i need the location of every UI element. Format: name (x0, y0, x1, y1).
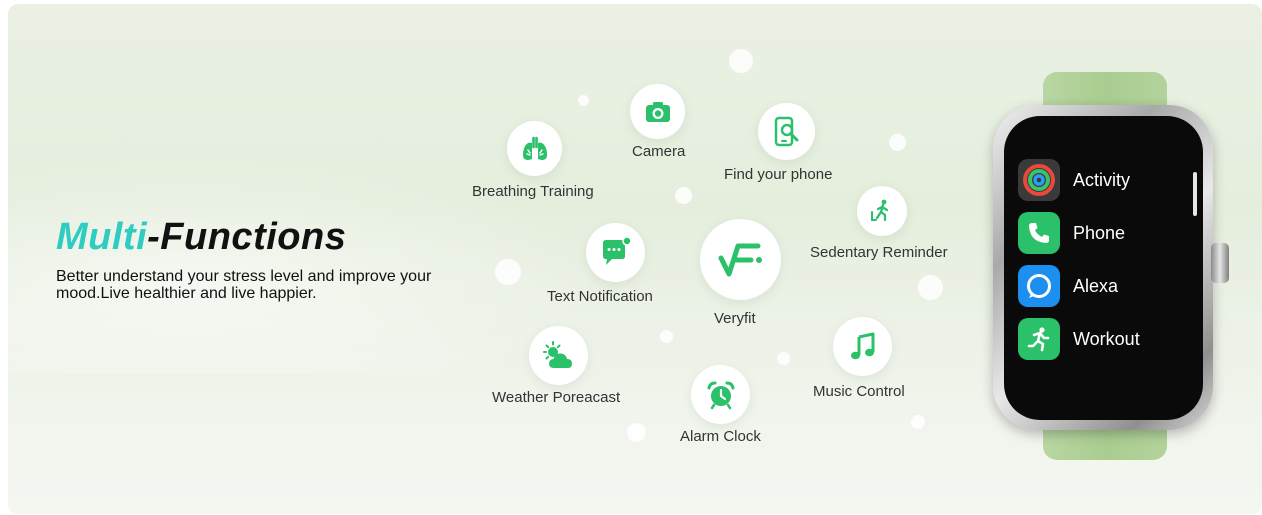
watch-crown[interactable] (1211, 243, 1229, 283)
watch-app-phone[interactable]: Phone (1018, 211, 1125, 255)
feature-label: Weather Poreacast (492, 389, 621, 406)
decorative-bubble (627, 423, 646, 442)
alexa-icon (1018, 265, 1060, 307)
description-text: Better understand your stress level and … (56, 268, 432, 302)
activity-rings-icon (1018, 159, 1060, 201)
decorative-bubble (660, 330, 673, 343)
phone-icon (1018, 212, 1060, 254)
watch-app-workout[interactable]: Workout (1018, 317, 1140, 361)
feature-label: Text Notification (547, 288, 653, 305)
decorative-bubble (911, 415, 925, 429)
decorative-bubble (729, 49, 753, 73)
decorative-bubble (495, 259, 521, 285)
decorative-bubble (889, 134, 906, 151)
feature-icon-circle (630, 84, 685, 139)
feature-label: Music Control (813, 383, 905, 400)
watch-app-label: Alexa (1073, 275, 1119, 296)
feature-icon-circle (529, 326, 588, 385)
title-rest: -Functions (147, 216, 347, 258)
feature-icon-circle (700, 219, 781, 300)
veryfit-logo-icon (718, 243, 762, 276)
find-phone-icon (774, 116, 798, 146)
music-note-icon (850, 332, 874, 359)
title-highlight: Multi (56, 216, 148, 258)
page-title: Multi-Functions (56, 216, 346, 259)
alarm-clock-icon (707, 381, 734, 409)
decorative-bubble (578, 95, 589, 106)
decorative-bubble (918, 275, 943, 300)
weather-sun-cloud-icon (542, 340, 572, 368)
decorative-bubble (675, 187, 692, 204)
feature-icon-circle (507, 121, 562, 176)
feature-icon-circle (758, 103, 815, 160)
feature-icon-circle (586, 223, 645, 282)
watch-app-label: Phone (1073, 222, 1126, 243)
watch-app-label: Activity (1073, 169, 1131, 190)
feature-label: Veryfit (714, 310, 756, 327)
feature-icon-circle (857, 186, 907, 236)
feature-label: Breathing Training (472, 183, 594, 200)
feature-icon-circle (833, 317, 892, 376)
running-figure-icon (1018, 318, 1060, 360)
chat-bubble-icon (602, 236, 632, 265)
feature-label: Find your phone (724, 166, 833, 183)
watch-app-label: Workout (1073, 328, 1140, 349)
feature-label: Alarm Clock (680, 428, 761, 445)
feature-icon-circle (691, 365, 750, 424)
lungs-icon (522, 136, 547, 160)
watch-app-activity[interactable]: Activity (1018, 158, 1130, 202)
watch-scrollbar[interactable] (1193, 172, 1197, 216)
camera-icon (645, 101, 670, 122)
decorative-bubble (777, 352, 790, 365)
walking-person-icon (871, 199, 889, 222)
feature-label: Camera (632, 143, 686, 160)
feature-label: Sedentary Reminder (810, 244, 948, 261)
watch-app-alexa[interactable]: Alexa (1018, 264, 1118, 308)
